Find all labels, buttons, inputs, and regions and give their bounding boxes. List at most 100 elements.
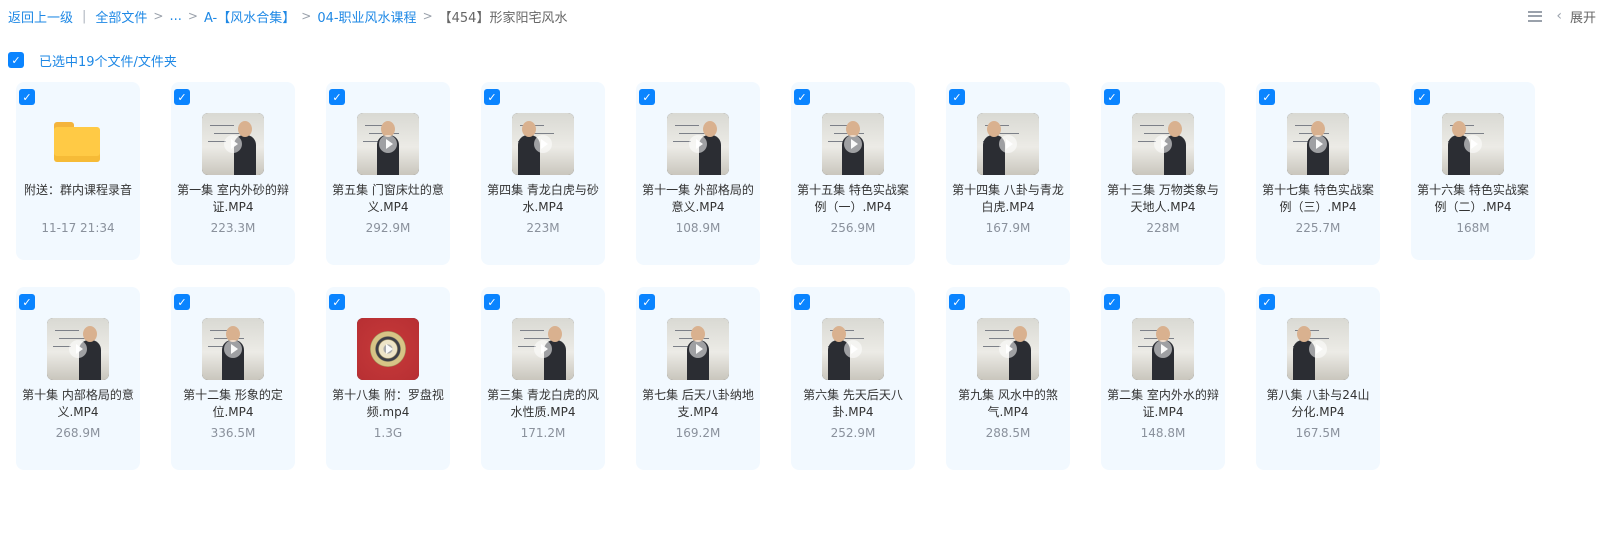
video-thumbnail — [1132, 318, 1194, 380]
file-name: 第五集 门窗床灶的意义.MP4 — [332, 183, 444, 214]
file-card[interactable]: ✓ 第十二集 形象的定位.MP4 336.5M — [171, 287, 295, 470]
file-name: 第四集 青龙白虎与砂水.MP4 — [487, 183, 599, 214]
play-icon — [1309, 340, 1327, 358]
video-thumbnail — [977, 113, 1039, 175]
file-size: 292.9M — [365, 221, 411, 235]
play-icon — [224, 135, 242, 153]
video-thumbnail — [512, 113, 574, 175]
file-checkbox[interactable]: ✓ — [1104, 294, 1120, 310]
select-all-checkbox[interactable]: ✓ — [8, 52, 24, 68]
file-checkbox[interactable]: ✓ — [639, 89, 655, 105]
file-checkbox[interactable]: ✓ — [1259, 89, 1275, 105]
video-thumbnail — [822, 318, 884, 380]
chevron-right-icon: > — [153, 9, 164, 23]
file-name: 第七集 后天八卦纳地支.MP4 — [642, 388, 754, 419]
file-size: 168M — [1456, 221, 1490, 235]
file-size: 223M — [526, 221, 560, 235]
file-checkbox[interactable]: ✓ — [1104, 89, 1120, 105]
file-card[interactable]: ✓ 第十五集 特色实战案例（一）.MP4 256.9M — [791, 82, 915, 265]
file-card[interactable]: ✓ 第十四集 八卦与青龙白虎.MP4 167.9M — [946, 82, 1070, 265]
file-checkbox[interactable]: ✓ — [19, 294, 35, 310]
file-checkbox[interactable]: ✓ — [19, 89, 35, 105]
breadcrumb-all-files[interactable]: 全部文件 — [95, 7, 147, 26]
file-size: 169.2M — [675, 426, 721, 440]
selection-bar: ✓ 已选中19个文件/文件夹 — [8, 51, 177, 70]
file-checkbox[interactable]: ✓ — [1414, 89, 1430, 105]
file-card[interactable]: ✓ 第十六集 特色实战案例（二）.MP4 168M — [1411, 82, 1535, 260]
file-name: 第六集 先天后天八卦.MP4 — [803, 388, 903, 419]
file-checkbox[interactable]: ✓ — [174, 89, 190, 105]
folder-card[interactable]: ✓ 附送：群内课程录音 11-17 21:34 — [16, 82, 140, 260]
file-size: 108.9M — [675, 221, 721, 235]
play-icon — [689, 340, 707, 358]
video-thumbnail — [357, 113, 419, 175]
video-thumbnail — [1132, 113, 1194, 175]
play-icon — [379, 340, 397, 358]
expand-button[interactable]: ‹ 展开 — [1556, 7, 1596, 26]
video-thumbnail — [1287, 318, 1349, 380]
breadcrumb-current: 【454】形家阳宅风水 — [438, 10, 568, 26]
breadcrumb-fengshui-collection[interactable]: A-【风水合集】 — [204, 7, 295, 26]
breadcrumb-separator: | — [82, 8, 87, 24]
chevron-right-icon: > — [301, 9, 312, 23]
play-icon — [534, 340, 552, 358]
file-name: 第十六集 特色实战案例（二）.MP4 — [1417, 183, 1529, 214]
play-icon — [999, 135, 1017, 153]
file-name: 第十三集 万物类象与天地人.MP4 — [1107, 183, 1219, 214]
file-checkbox[interactable]: ✓ — [949, 89, 965, 105]
breadcrumb-course[interactable]: 04-职业风水课程 — [317, 7, 416, 26]
breadcrumb-ellipsis[interactable]: ... — [169, 9, 181, 24]
file-card[interactable]: ✓ 第十一集 外部格局的意义.MP4 108.9M — [636, 82, 760, 265]
file-card[interactable]: ✓ 第二集 室内外水的辩证.MP4 148.8M — [1101, 287, 1225, 470]
file-card[interactable]: ✓ 第十三集 万物类象与天地人.MP4 228M — [1101, 82, 1225, 265]
file-name: 第十二集 形象的定位.MP4 — [183, 388, 283, 419]
file-checkbox[interactable]: ✓ — [1259, 294, 1275, 310]
file-checkbox[interactable]: ✓ — [329, 89, 345, 105]
file-size: 288.5M — [985, 426, 1031, 440]
file-checkbox[interactable]: ✓ — [329, 294, 345, 310]
file-size: 252.9M — [830, 426, 876, 440]
file-size: 167.5M — [1295, 426, 1341, 440]
file-card[interactable]: ✓ 第十八集 附：罗盘视频.mp4 1.3G — [326, 287, 450, 470]
play-icon — [1154, 340, 1172, 358]
play-icon — [224, 340, 242, 358]
file-card[interactable]: ✓ 第六集 先天后天八卦.MP4 252.9M — [791, 287, 915, 470]
chevron-right-icon: > — [187, 9, 198, 23]
file-checkbox[interactable]: ✓ — [484, 89, 500, 105]
list-view-icon[interactable] — [1528, 10, 1543, 22]
chevron-right-icon: > — [422, 9, 433, 23]
play-icon — [534, 135, 552, 153]
file-card[interactable]: ✓ 第十七集 特色实战案例（三）.MP4 225.7M — [1256, 82, 1380, 265]
file-card[interactable]: ✓ 第九集 风水中的煞气.MP4 288.5M — [946, 287, 1070, 470]
file-checkbox[interactable]: ✓ — [794, 89, 810, 105]
file-name: 第一集 室内外砂的辩证.MP4 — [177, 183, 289, 214]
file-checkbox[interactable]: ✓ — [949, 294, 965, 310]
file-card[interactable]: ✓ 第十集 内部格局的意义.MP4 268.9M — [16, 287, 140, 470]
back-link[interactable]: 返回上一级 — [8, 7, 73, 26]
file-grid: ✓ 附送：群内课程录音 11-17 21:34 ✓ 第一集 室内外砂的辩证.MP4 223… — [16, 82, 1535, 470]
file-checkbox[interactable]: ✓ — [484, 294, 500, 310]
file-card[interactable]: ✓ 第四集 青龙白虎与砂水.MP4 223M — [481, 82, 605, 265]
view-tools: ‹ 展开 — [1528, 0, 1596, 32]
play-icon — [1464, 135, 1482, 153]
file-name: 第八集 八卦与24山分化.MP4 — [1266, 388, 1370, 419]
file-checkbox[interactable]: ✓ — [639, 294, 655, 310]
file-checkbox[interactable]: ✓ — [174, 294, 190, 310]
file-name: 第二集 室内外水的辩证.MP4 — [1107, 388, 1219, 419]
play-icon — [689, 135, 707, 153]
video-thumbnail — [357, 318, 419, 380]
file-size: 223.3M — [210, 221, 256, 235]
file-name: 第十五集 特色实战案例（一）.MP4 — [797, 183, 909, 214]
file-card[interactable]: ✓ 第一集 室内外砂的辩证.MP4 223.3M — [171, 82, 295, 265]
file-card[interactable]: ✓ 第八集 八卦与24山分化.MP4 167.5M — [1256, 287, 1380, 470]
file-size: 256.9M — [830, 221, 876, 235]
file-card[interactable]: ✓ 第三集 青龙白虎的风水性质.MP4 171.2M — [481, 287, 605, 470]
file-checkbox[interactable]: ✓ — [794, 294, 810, 310]
file-card[interactable]: ✓ 第五集 门窗床灶的意义.MP4 292.9M — [326, 82, 450, 265]
file-name: 第十七集 特色实战案例（三）.MP4 — [1262, 183, 1374, 214]
video-thumbnail — [1287, 113, 1349, 175]
file-card[interactable]: ✓ 第七集 后天八卦纳地支.MP4 169.2M — [636, 287, 760, 470]
play-icon — [379, 135, 397, 153]
file-size: 268.9M — [55, 426, 101, 440]
chevron-left-icon: ‹ — [1556, 8, 1562, 24]
